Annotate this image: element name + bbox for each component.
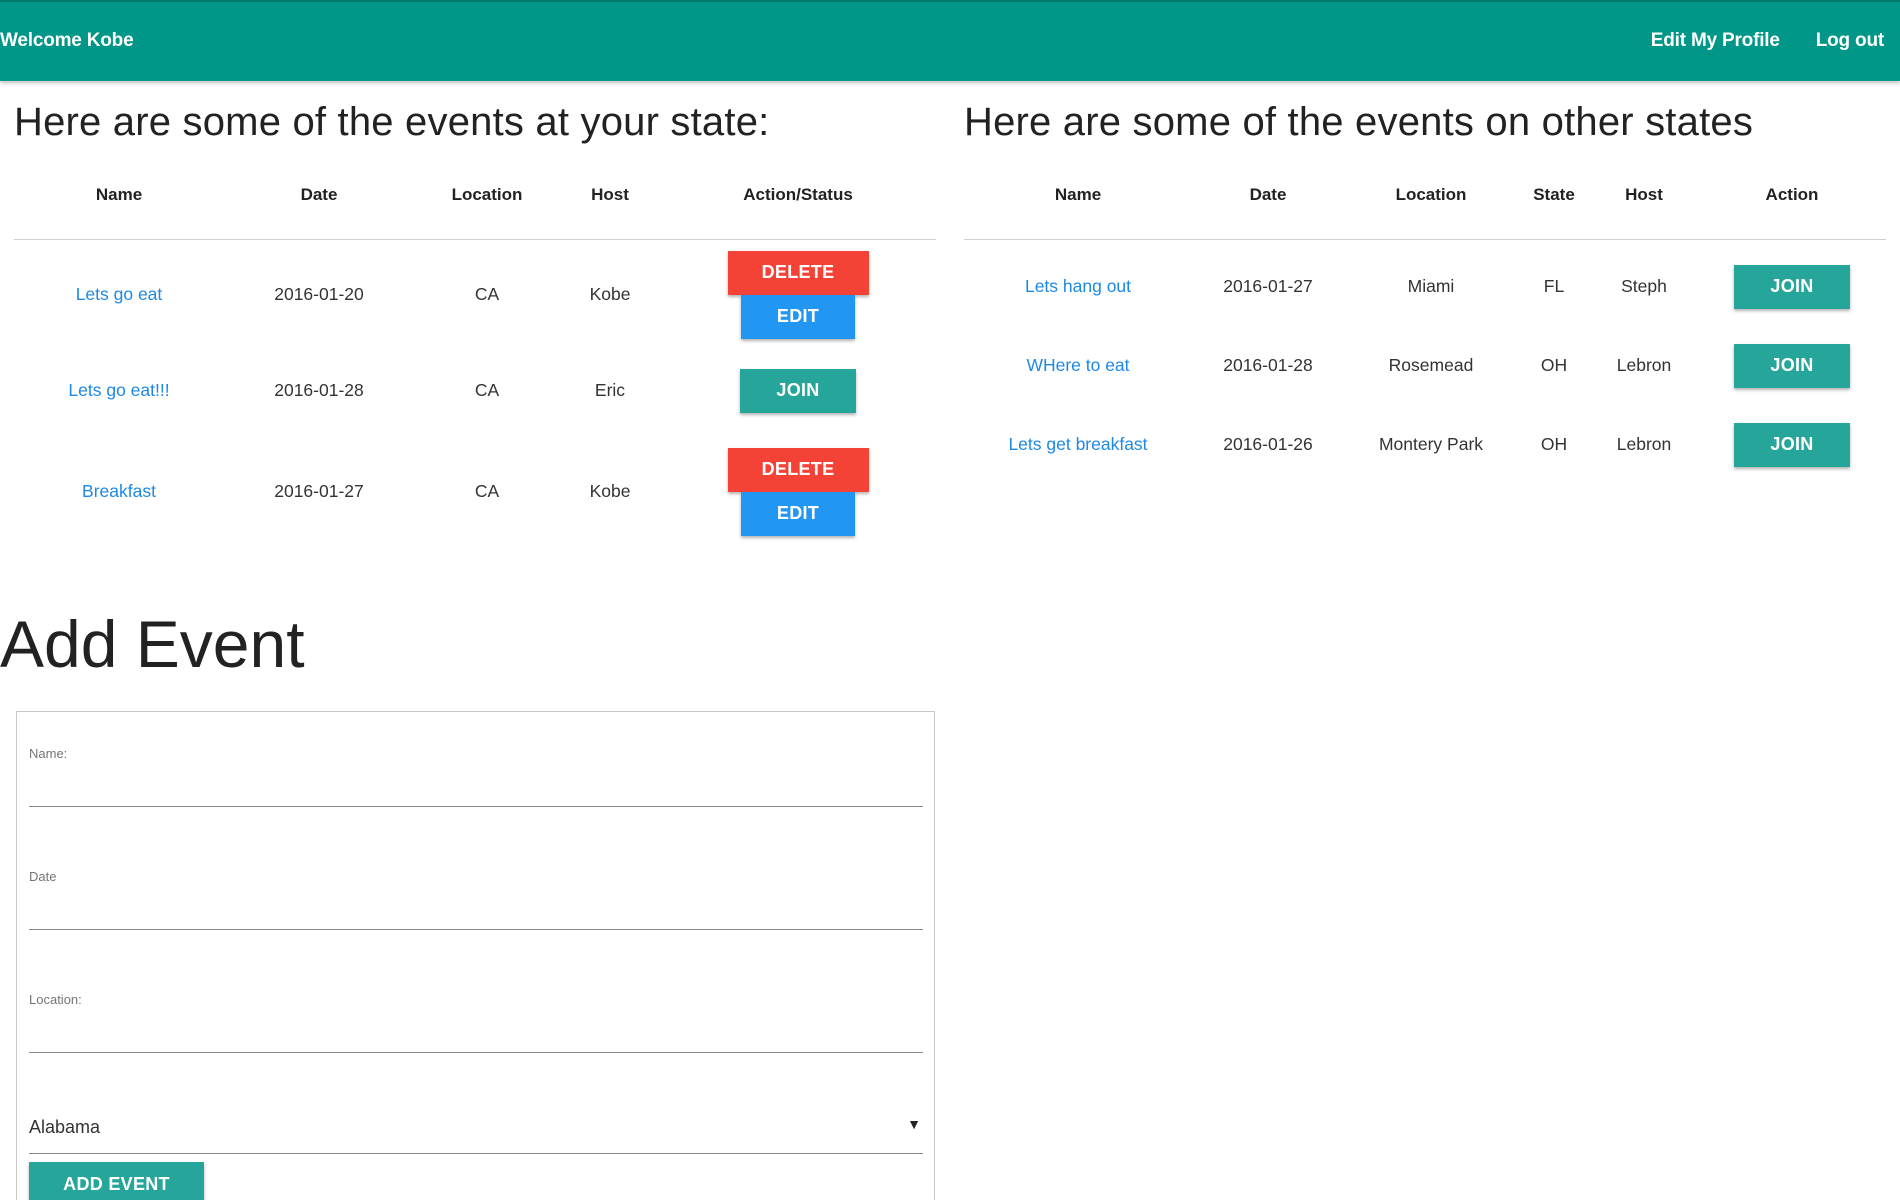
action-buttons: DELETE EDIT [660,250,936,339]
state-events-title: Here are some of the events at your stat… [14,100,770,144]
location-label: Location: [29,992,82,1007]
table-row: Lets hang out 2016-01-27 Miami FL Steph … [964,239,1886,326]
event-date-cell: 2016-01-20 [274,284,364,305]
table-row: Lets go eat 2016-01-20 CA Kobe DELETE ED… [14,239,936,340]
table-header-row: Name Date Location State Host Action [964,151,1886,240]
add-event-form: Name: Date Location: Alabama ▼ ADD EVENT [16,711,935,1200]
delete-button[interactable]: DELETE [727,447,869,492]
name-field-group: Name: [29,746,923,807]
column-header-location: Location [414,151,560,240]
event-state-cell: FL [1543,276,1565,297]
table-row: WHere to eat 2016-01-28 Rosemead OH Lebr… [964,326,1886,405]
event-action-cell: JOIN [1698,326,1886,405]
table-row: Breakfast 2016-01-27 CA Kobe DELETE EDIT [14,441,936,542]
event-name-link[interactable]: Lets hang out [1025,276,1131,296]
event-state-cell: OH [1540,434,1568,454]
event-name-link[interactable]: Breakfast [82,481,156,501]
event-location-cell: Rosemead [1388,355,1474,375]
join-button[interactable]: JOIN [740,368,856,413]
welcome-text: Welcome Kobe [0,30,134,51]
nav-links: Edit My Profile Log out [1651,30,1884,52]
event-name-cell: Lets go eat!!! [14,340,224,441]
column-header-state: State [1518,151,1590,240]
event-action-cell: JOIN [660,340,936,441]
event-location-cell: Montery Park [1378,434,1484,454]
event-name-link[interactable]: WHere to eat [1026,355,1129,375]
event-host-cell: Kobe [589,284,631,305]
edit-button[interactable]: EDIT [741,491,855,536]
add-event-title: Add Event [0,607,305,681]
event-host-cell: Lebron [1616,355,1672,375]
state-select-value: Alabama [29,1117,101,1137]
event-host-cell: Steph [1621,276,1667,297]
location-input[interactable] [29,1007,923,1053]
event-name-cell: Lets go eat [14,239,224,340]
event-location-cell: Miami [1407,276,1455,297]
event-name-cell: Lets get breakfast [964,405,1192,484]
name-input[interactable] [29,761,923,807]
event-host-cell: Eric [594,380,626,400]
event-name-cell: Lets hang out [964,239,1192,326]
column-header-action: Action [1698,151,1886,240]
delete-button[interactable]: DELETE [727,250,869,295]
date-label: Date [29,869,57,884]
table-row: Lets get breakfast 2016-01-26 Montery Pa… [964,405,1886,484]
location-field-group: Location: [29,992,923,1053]
logout-link[interactable]: Log out [1816,30,1884,52]
date-field-group: Date [29,869,923,930]
event-name-cell: Breakfast [14,441,224,542]
event-action-cell: JOIN [1698,239,1886,326]
other-events-title: Here are some of the events on other sta… [964,100,1754,144]
join-button[interactable]: JOIN [1734,422,1850,467]
event-action-cell: JOIN [1698,405,1886,484]
event-location-cell: CA [474,380,500,400]
column-header-location: Location [1344,151,1518,240]
other-events-table: Name Date Location State Host Action Let… [964,151,1886,484]
column-header-host: Host [1590,151,1698,240]
event-action-cell: DELETE EDIT [660,441,936,542]
event-location-cell: CA [474,481,500,501]
event-state-cell: OH [1540,355,1568,375]
join-button[interactable]: JOIN [1734,343,1850,388]
table-row: Lets go eat!!! 2016-01-28 CA Eric JOIN [14,340,936,441]
edit-button[interactable]: EDIT [741,294,855,339]
column-header-name: Name [14,151,224,240]
column-header-host: Host [560,151,660,240]
event-location-cell: CA [474,284,500,305]
event-date-cell: 2016-01-28 [1223,355,1313,375]
table-header-row: Name Date Location Host Action/Status [14,151,936,240]
event-date-cell: 2016-01-27 [1223,276,1313,297]
event-date-cell: 2016-01-28 [274,380,364,400]
name-label: Name: [29,746,68,761]
event-date-cell: 2016-01-26 [1223,434,1313,454]
event-action-cell: DELETE EDIT [660,239,936,340]
action-buttons: DELETE EDIT [660,447,936,536]
column-header-name: Name [964,151,1192,240]
date-input[interactable] [29,884,923,930]
top-navbar: Welcome Kobe Edit My Profile Log out [0,0,1900,81]
dropdown-arrow-icon: ▼ [907,1116,921,1132]
event-name-cell: WHere to eat [964,326,1192,405]
event-date-cell: 2016-01-27 [274,481,364,501]
column-header-action-status: Action/Status [660,151,936,240]
edit-profile-link[interactable]: Edit My Profile [1651,30,1780,52]
event-name-link[interactable]: Lets go eat!!! [68,380,169,400]
event-name-link[interactable]: Lets get breakfast [1008,434,1147,454]
event-host-cell: Kobe [589,481,631,501]
column-header-date: Date [224,151,414,240]
column-header-date: Date [1192,151,1344,240]
event-name-link[interactable]: Lets go eat [76,284,163,304]
event-host-cell: Lebron [1616,434,1672,454]
state-events-table: Name Date Location Host Action/Status Le… [14,151,936,542]
join-button[interactable]: JOIN [1734,264,1850,309]
state-select[interactable]: Alabama ▼ [29,1099,923,1154]
add-event-button[interactable]: ADD EVENT [29,1162,204,1200]
